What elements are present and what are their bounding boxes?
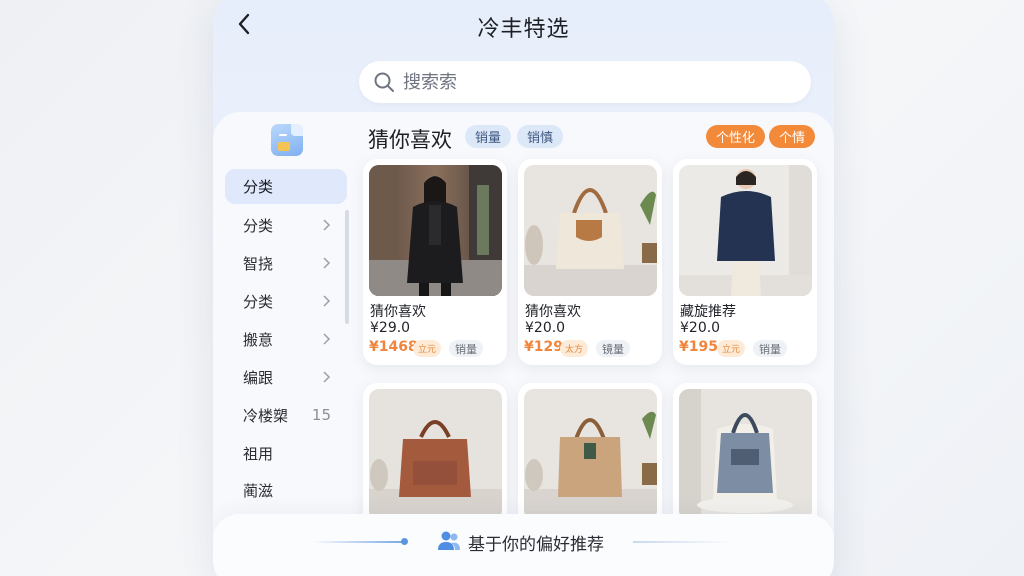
product-image-woman-black-coat bbox=[369, 165, 502, 296]
search-input[interactable] bbox=[403, 71, 763, 93]
users-icon bbox=[438, 531, 460, 550]
phone-frame: 冷丰特选 分类 分类 智挠 分类 bbox=[213, 0, 834, 576]
product-card[interactable]: 猜你喜欢 ¥20.0 ¥129 太方 镜量 bbox=[518, 159, 662, 365]
divider-line bbox=[313, 541, 403, 543]
page-title: 冷丰特选 bbox=[477, 17, 570, 42]
sidebar-item-3[interactable]: 智挠 bbox=[225, 246, 347, 281]
chevron-right-icon bbox=[323, 371, 331, 383]
sidebar-item-label: 智挠 bbox=[243, 255, 274, 273]
top-bar: 冷丰特选 bbox=[213, 0, 834, 48]
product-image-woman-navy-jacket bbox=[679, 165, 812, 296]
sidebar-item-label: 分类 bbox=[243, 217, 274, 235]
sidebar-item-count: 15 bbox=[311, 406, 331, 424]
product-name: 猜你喜欢 bbox=[370, 304, 426, 320]
sidebar-item-label: 蔺滋 bbox=[243, 482, 274, 500]
sidebar-item-5[interactable]: 搬意 bbox=[225, 322, 347, 357]
product-tag: 立元 bbox=[413, 340, 442, 357]
main-content: 分类 分类 智挠 分类 搬意 编跟 冷楼槊 15 祖用 蔺滋 猜你喜欢 销量 销… bbox=[213, 112, 834, 576]
chevron-right-icon bbox=[323, 333, 331, 345]
product-sales-tag: 销量 bbox=[449, 340, 483, 357]
product-card[interactable]: 猜你喜欢 ¥29.0 ¥1468 立元 销量 bbox=[363, 159, 507, 365]
sidebar-item-label: 分类 bbox=[243, 293, 274, 311]
sidebar-item-label: 分类 bbox=[243, 178, 274, 196]
product-card[interactable]: 藏旋推荐 ¥20.0 ¥195 立元 销量 bbox=[673, 159, 817, 365]
chevron-right-icon bbox=[323, 295, 331, 307]
sidebar-scrollbar[interactable] bbox=[345, 210, 349, 324]
product-image-brown-leather-bag bbox=[369, 389, 502, 520]
sidebar-item-label: 编跟 bbox=[243, 369, 274, 387]
sidebar-item-8[interactable]: 祖用 bbox=[225, 436, 347, 471]
category-sidebar: 分类 分类 智挠 分类 搬意 编跟 冷楼槊 15 祖用 蔺滋 bbox=[225, 112, 349, 512]
filter-chip-4[interactable]: 个情 bbox=[769, 125, 816, 148]
product-sales-tag: 销量 bbox=[753, 340, 787, 357]
product-image-grey-canvas-bag bbox=[679, 389, 812, 520]
sidebar-item-label: 冷楼槊 bbox=[243, 407, 289, 425]
product-sales-tag: 镜量 bbox=[596, 340, 630, 357]
filter-chip-2[interactable]: 销慎 bbox=[517, 125, 564, 148]
product-price: ¥20.0 bbox=[525, 320, 566, 336]
sidebar-item-4[interactable]: 分类 bbox=[225, 284, 347, 319]
filter-chip-personalized[interactable]: 个性化 bbox=[706, 125, 766, 148]
product-name: 猜你喜欢 bbox=[525, 304, 581, 320]
divider-line bbox=[633, 541, 733, 543]
product-tag: 太方 bbox=[560, 340, 589, 357]
section-title: 猜你喜欢 bbox=[368, 128, 452, 152]
product-image-tan-tote-bag bbox=[524, 389, 657, 520]
product-price: ¥20.0 bbox=[680, 320, 721, 336]
divider-dot bbox=[401, 538, 408, 545]
sidebar-item-category[interactable]: 分类 bbox=[225, 169, 347, 204]
recommendation-bar: 基于你的偏好推荐 bbox=[213, 514, 834, 576]
search-icon bbox=[374, 72, 394, 92]
sidebar-item-label: 祖用 bbox=[243, 445, 274, 463]
product-sale-price: ¥129 bbox=[524, 339, 563, 355]
product-price: ¥29.0 bbox=[370, 320, 411, 336]
product-image-cream-tote-bag bbox=[524, 165, 657, 296]
product-tag: 立元 bbox=[717, 340, 746, 357]
sidebar-item-9[interactable]: 蔺滋 bbox=[225, 473, 347, 508]
search-bar[interactable] bbox=[359, 61, 811, 103]
product-sale-price: ¥195 bbox=[679, 339, 718, 355]
product-name: 藏旋推荐 bbox=[680, 304, 736, 320]
chevron-right-icon bbox=[323, 219, 331, 231]
chevron-right-icon bbox=[323, 257, 331, 269]
app-logo-icon bbox=[271, 124, 303, 156]
filter-chip-sales[interactable]: 销量 bbox=[465, 125, 512, 148]
sidebar-item-6[interactable]: 编跟 bbox=[225, 360, 347, 395]
sidebar-item-category-2[interactable]: 分类 bbox=[225, 208, 347, 243]
sidebar-item-7[interactable]: 冷楼槊 15 bbox=[225, 398, 347, 433]
product-sale-price: ¥1468 bbox=[369, 339, 418, 355]
sidebar-item-label: 搬意 bbox=[243, 331, 274, 349]
recommendation-text: 基于你的偏好推荐 bbox=[468, 535, 604, 555]
